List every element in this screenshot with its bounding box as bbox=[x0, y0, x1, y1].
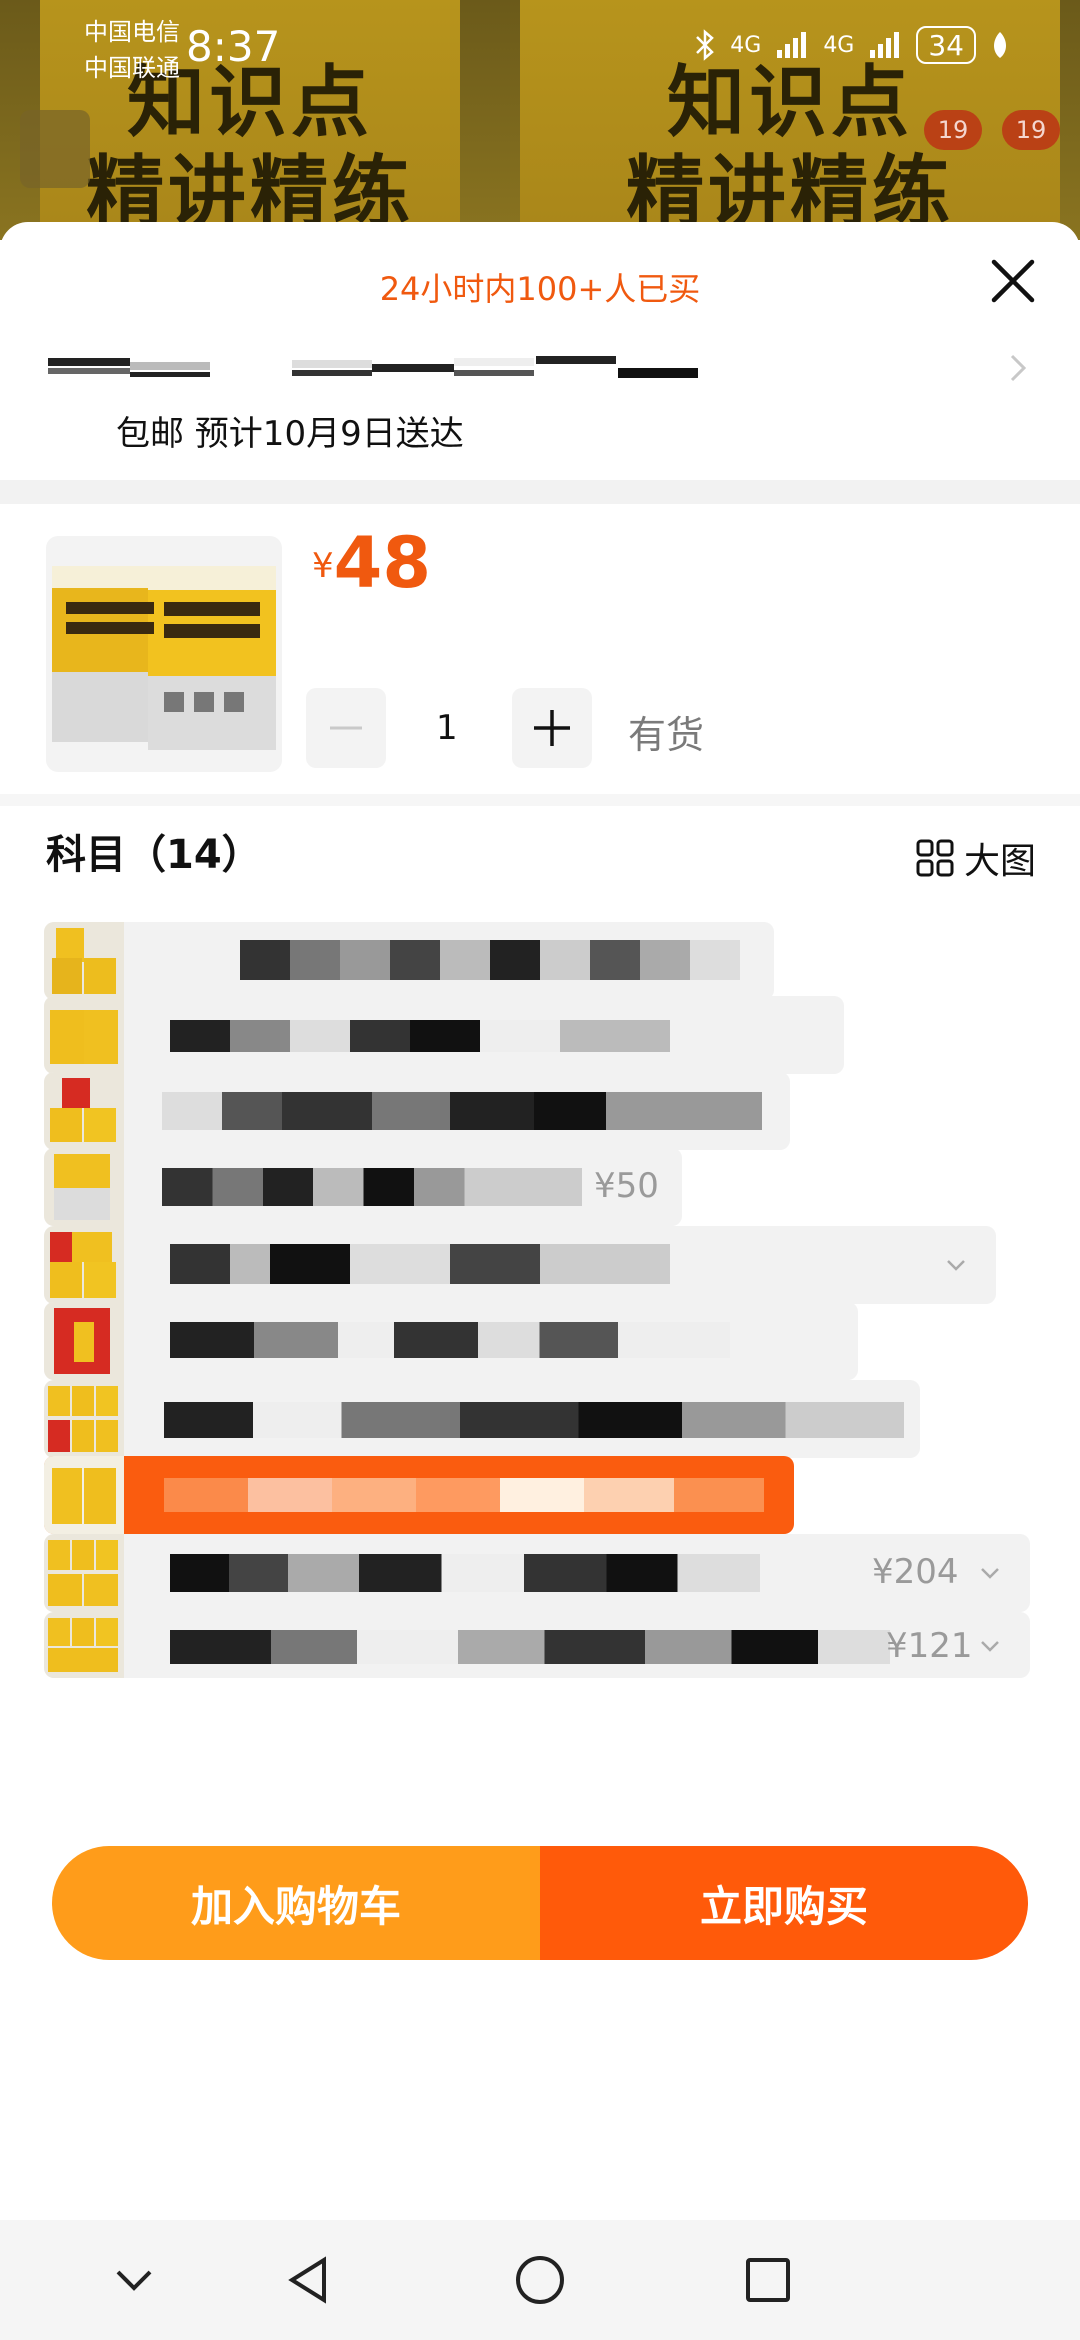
option-thumbnail bbox=[44, 1612, 124, 1678]
option-thumbnail bbox=[44, 922, 124, 1000]
buy-now-button[interactable]: 立即购买 bbox=[540, 1846, 1028, 1960]
back-triangle-icon[interactable] bbox=[280, 2250, 340, 2310]
redacted-text bbox=[292, 360, 372, 368]
action-bar: 加入购物车 立即购买 bbox=[52, 1846, 1028, 1960]
chevron-right-icon[interactable] bbox=[1000, 350, 1036, 386]
subject-option[interactable] bbox=[44, 996, 844, 1074]
carrier-1: 中国电信 bbox=[84, 18, 180, 46]
product-thumbnail[interactable] bbox=[46, 536, 282, 772]
subject-option[interactable] bbox=[44, 1302, 858, 1380]
signal-icon bbox=[777, 32, 807, 58]
redacted-text bbox=[130, 372, 210, 377]
big-view-toggle[interactable]: 大图 bbox=[916, 832, 1036, 884]
signal-icon bbox=[870, 32, 900, 58]
divider bbox=[0, 794, 1080, 806]
chevron-down-icon[interactable] bbox=[942, 1251, 970, 1279]
system-navigation-bar bbox=[0, 2220, 1080, 2340]
option-thumbnail bbox=[44, 1534, 124, 1612]
redacted-option-label bbox=[162, 1092, 762, 1130]
option-price: ¥50 bbox=[594, 1166, 659, 1206]
home-circle-icon[interactable] bbox=[510, 2250, 570, 2310]
redacted-option-label bbox=[162, 1168, 582, 1206]
add-to-cart-button[interactable]: 加入购物车 bbox=[52, 1846, 540, 1960]
currency-symbol: ¥ bbox=[312, 546, 334, 586]
minus-icon bbox=[330, 726, 362, 730]
redacted-option-label bbox=[170, 1244, 670, 1284]
subject-option[interactable]: ¥50 bbox=[44, 1148, 682, 1226]
option-thumbnail bbox=[44, 1302, 124, 1380]
option-thumbnail bbox=[44, 1226, 124, 1304]
delivery-estimate: 包邮 预计10月9日送达 bbox=[116, 414, 464, 454]
bluetooth-icon bbox=[696, 29, 715, 61]
option-price: ¥204 bbox=[872, 1552, 959, 1592]
redacted-option-label bbox=[170, 1322, 730, 1358]
redacted-text bbox=[454, 370, 534, 376]
price-value: 48 bbox=[333, 522, 432, 604]
chevron-down-icon[interactable] bbox=[104, 2250, 164, 2310]
redacted-option-label bbox=[164, 1478, 764, 1512]
purchase-count-banner: 24小时内100+人已买 bbox=[379, 270, 701, 308]
redacted-text bbox=[48, 368, 130, 374]
chevron-down-icon[interactable] bbox=[976, 1559, 1004, 1587]
redacted-text bbox=[536, 356, 616, 364]
recents-square-icon[interactable] bbox=[738, 2250, 798, 2310]
redacted-text bbox=[292, 370, 372, 376]
redacted-option-label bbox=[170, 1554, 760, 1592]
option-thumbnail bbox=[44, 996, 124, 1074]
background-cart-badge: 19 bbox=[924, 110, 982, 150]
subject-option[interactable] bbox=[44, 1380, 920, 1458]
redacted-text bbox=[618, 368, 698, 378]
subject-option[interactable]: ¥204 bbox=[44, 1534, 1030, 1612]
subject-option[interactable] bbox=[44, 1226, 996, 1304]
shipping-address[interactable] bbox=[48, 342, 1038, 402]
redacted-text bbox=[372, 364, 454, 372]
close-icon[interactable] bbox=[986, 254, 1040, 308]
carrier-labels: 中国电信 中国联通 bbox=[84, 14, 180, 86]
redacted-text bbox=[130, 362, 210, 370]
subject-section-title: 科目（14） bbox=[46, 832, 262, 878]
subject-option-selected[interactable] bbox=[44, 1456, 794, 1534]
option-price: ¥121 bbox=[886, 1626, 973, 1666]
option-thumbnail bbox=[44, 1072, 124, 1150]
decrease-quantity-button[interactable] bbox=[306, 688, 386, 768]
network-type-1: 4G bbox=[730, 32, 762, 58]
subject-option[interactable] bbox=[44, 1072, 790, 1150]
option-thumbnail bbox=[44, 1148, 124, 1226]
redacted-text bbox=[454, 358, 534, 366]
stock-status: 有货 bbox=[628, 713, 705, 757]
divider bbox=[0, 480, 1080, 504]
redacted-option-label bbox=[170, 1020, 670, 1052]
option-thumbnail bbox=[44, 1380, 124, 1458]
battery-indicator: 34 bbox=[916, 26, 976, 64]
big-view-label: 大图 bbox=[963, 841, 1036, 882]
quantity-value[interactable]: 1 bbox=[436, 708, 458, 748]
subject-option[interactable]: ¥121 bbox=[44, 1612, 1030, 1678]
increase-quantity-button[interactable] bbox=[512, 688, 592, 768]
redacted-option-label bbox=[170, 1630, 890, 1664]
carrier-2: 中国联通 bbox=[84, 54, 180, 82]
redacted-text bbox=[48, 358, 130, 366]
redacted-option-label bbox=[164, 1402, 904, 1438]
book-cover-image bbox=[52, 566, 276, 750]
status-bar: 中国电信 中国联通 8:37 4G 4G 34 bbox=[0, 0, 1080, 100]
leaf-icon bbox=[994, 32, 1006, 58]
grid-icon bbox=[916, 839, 954, 877]
redacted-option-label bbox=[240, 940, 740, 980]
subject-option[interactable] bbox=[44, 922, 774, 1000]
background-back-button bbox=[20, 110, 90, 188]
background-cart-badge: 19 bbox=[1002, 110, 1060, 150]
status-icons: 4G 4G 34 bbox=[694, 26, 1010, 64]
clock: 8:37 bbox=[186, 22, 281, 71]
plus-icon bbox=[534, 710, 570, 746]
chevron-down-icon[interactable] bbox=[976, 1632, 1004, 1660]
price: ¥48 bbox=[312, 522, 431, 604]
option-thumbnail bbox=[44, 1456, 124, 1534]
network-type-2: 4G bbox=[823, 32, 855, 58]
